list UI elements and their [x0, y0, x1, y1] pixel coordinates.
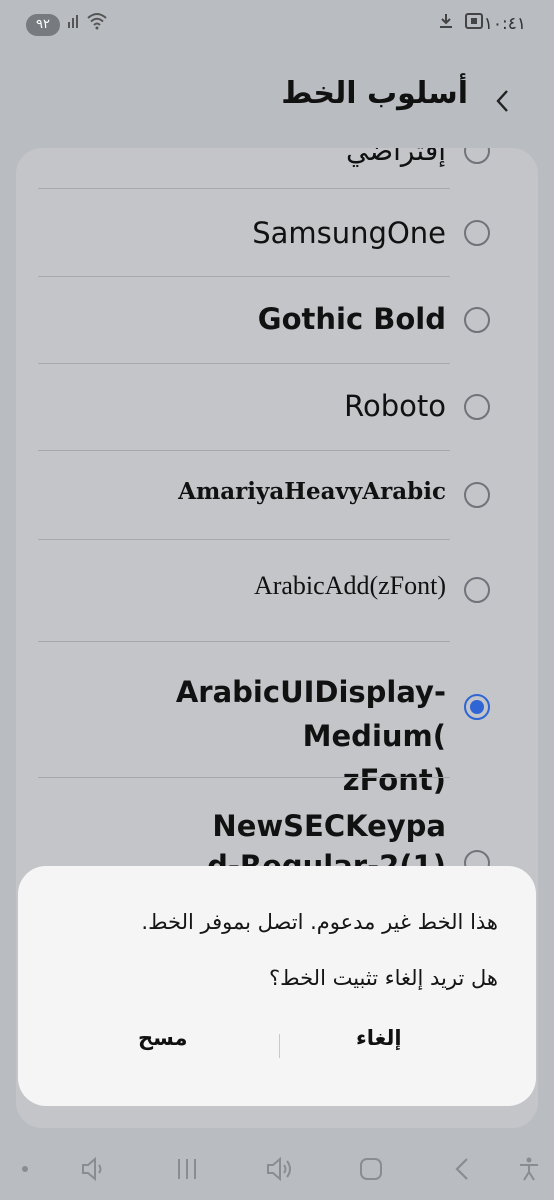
dialog-question: هل تريد إلغاء تثبيت الخط؟	[269, 966, 498, 990]
divider	[38, 539, 450, 540]
delete-button[interactable]: مسح	[138, 1026, 188, 1050]
font-option-default[interactable]: إفتراضي	[38, 148, 508, 184]
radio-button-selected[interactable]	[464, 694, 490, 720]
divider	[38, 363, 450, 364]
font-option-arabicuidisplay[interactable]: ArabicUIDisplay-Medium( zFont)	[38, 644, 508, 797]
dialog-message: هذا الخط غير مدعوم. اتصل بموفر الخط.	[141, 910, 498, 934]
uninstall-font-dialog: هذا الخط غير مدعوم. اتصل بموفر الخط. هل …	[18, 866, 536, 1106]
divider	[38, 450, 450, 451]
divider	[38, 641, 450, 642]
font-option-label: AmariyaHeavyArabic	[178, 478, 446, 505]
screenshot-icon	[464, 12, 484, 34]
radio-button[interactable]	[464, 148, 490, 164]
dot-icon	[10, 1154, 40, 1184]
volume-up-icon[interactable]	[264, 1154, 294, 1184]
divider	[38, 188, 450, 189]
radio-button[interactable]	[464, 307, 490, 333]
radio-button[interactable]	[464, 394, 490, 420]
recents-icon[interactable]	[172, 1154, 202, 1184]
font-option-arabicadd[interactable]: ArabicAdd(zFont)	[38, 541, 508, 641]
font-option-amariya[interactable]: AmariyaHeavyArabic	[38, 452, 508, 538]
font-option-gothic-bold[interactable]: Gothic Bold	[38, 278, 508, 364]
divider	[38, 276, 450, 277]
radio-button[interactable]	[464, 482, 490, 508]
font-option-label: ArabicAdd(zFont)	[253, 571, 446, 600]
divider	[38, 777, 450, 778]
font-option-samsungone[interactable]: SamsungOne	[38, 192, 508, 276]
clock: ١٠:٤١	[483, 14, 526, 34]
home-icon[interactable]	[356, 1154, 386, 1184]
wifi-icon	[86, 12, 108, 34]
cancel-button[interactable]: إلغاء	[356, 1026, 402, 1050]
radio-button[interactable]	[464, 220, 490, 246]
signal-icon	[66, 12, 84, 34]
app-header: أسلوب الخط	[0, 70, 554, 130]
page-title: أسلوب الخط	[281, 76, 468, 111]
back-icon[interactable]	[448, 1154, 478, 1184]
font-option-label-line1: ArabicUIDisplay-Medium(	[175, 675, 446, 753]
font-option-roboto[interactable]: Roboto	[38, 365, 508, 451]
volume-down-icon[interactable]	[78, 1154, 108, 1184]
font-option-label: Roboto	[344, 389, 446, 423]
battery-badge: ٩٢	[26, 14, 60, 36]
font-option-label-line1: NewSECKeypa	[212, 809, 446, 843]
chevron-left-icon[interactable]	[492, 88, 514, 112]
font-option-label: SamsungOne	[252, 216, 446, 250]
navigation-bar	[0, 1140, 554, 1200]
button-divider	[279, 1034, 280, 1058]
download-icon	[438, 12, 454, 34]
status-bar: ٩٢ ١٠:٤١	[0, 0, 554, 52]
font-option-label: Gothic Bold	[257, 302, 446, 336]
radio-button[interactable]	[464, 577, 490, 603]
font-option-label: إفتراضي	[346, 148, 446, 167]
accessibility-icon[interactable]	[514, 1154, 544, 1184]
